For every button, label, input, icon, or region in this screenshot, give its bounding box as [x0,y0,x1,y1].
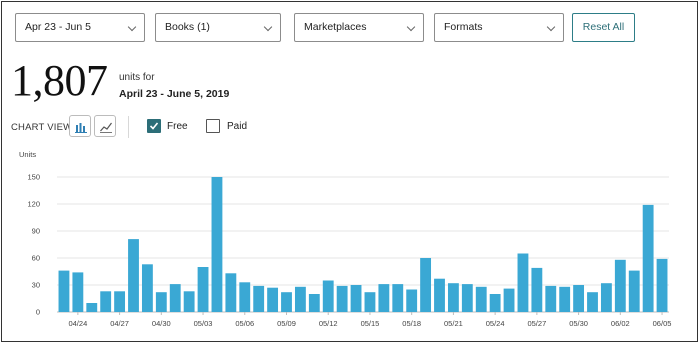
bar-05/03[interactable] [197,267,209,312]
line-chart-view-button[interactable] [94,115,116,137]
units-for-label: units for [119,72,155,83]
free-checkbox[interactable] [147,119,161,133]
bar-05/21[interactable] [447,283,459,312]
bar-05/23[interactable] [475,286,487,312]
marketplaces-dropdown-label: Marketplaces [304,21,367,33]
bar-05/07[interactable] [253,285,265,312]
bar-06/01[interactable] [600,283,612,312]
x-tick-label: 05/15 [361,319,380,328]
bar-05/09[interactable] [281,292,292,312]
bar-05/24[interactable] [489,294,501,312]
bar-04/24[interactable] [72,272,84,312]
bar-05/20[interactable] [434,278,445,312]
books-dropdown-label: Books (1) [165,21,210,33]
y-axis-label: Units [19,150,36,159]
bar-05/06[interactable] [239,282,251,312]
bar-05/22[interactable] [461,284,473,312]
formats-dropdown-label: Formats [444,21,483,33]
x-tick-label: 04/24 [68,319,87,328]
bar-06/04[interactable] [642,204,654,312]
bar-05/18[interactable] [406,289,418,313]
bar-05/05[interactable] [225,273,237,312]
x-tick-label: 06/02 [611,319,630,328]
date-range-dropdown[interactable]: Apr 23 - Jun 5 [15,13,145,42]
bar-chart-view-button[interactable] [69,115,91,137]
bar-05/12[interactable] [322,280,334,313]
line-chart-icon [100,122,112,133]
y-tick-label: 0 [36,308,40,317]
books-dropdown[interactable]: Books (1) [155,13,281,42]
bar-04/28[interactable] [128,239,139,312]
y-tick-label: 60 [32,254,40,263]
x-tick-label: 05/30 [569,319,588,328]
y-tick-label: 90 [32,227,40,236]
x-tick-label: 05/06 [235,319,254,328]
chevron-down-icon [406,22,416,32]
bar-05/13[interactable] [336,285,348,312]
x-tick-label: 05/24 [486,319,505,328]
units-bar-chart: Units 0 30 60 90 120 150 04/24 04/27 04/30 05/03… [19,150,672,328]
y-tick-label: 150 [27,173,40,182]
date-range-dropdown-label: Apr 23 - Jun 5 [25,21,91,33]
chart-view-label: CHART VIEW [11,122,73,133]
bar-04/27[interactable] [114,291,126,312]
bar-05/16[interactable] [378,284,390,312]
divider [128,116,129,138]
x-tick-label: 05/12 [319,319,338,328]
bar-05/15[interactable] [364,292,376,312]
x-tick-label: 05/27 [527,319,546,328]
checkmark-icon [149,122,159,130]
y-tick-label: 120 [27,200,40,209]
bar-05/14[interactable] [350,285,362,312]
bar-05/30[interactable] [573,285,585,312]
bar-04/29[interactable] [141,264,153,312]
x-tick-label: 04/27 [110,319,129,328]
y-tick-label: 30 [32,281,40,290]
chevron-down-icon [127,22,137,32]
bar-05/02[interactable] [183,291,195,312]
marketplaces-dropdown[interactable]: Marketplaces [294,13,424,42]
bar-04/25[interactable] [86,303,98,312]
x-tick-label: 06/05 [653,319,672,328]
bar-05/10[interactable] [294,286,306,312]
chevron-down-icon [263,22,273,32]
x-tick-label: 04/30 [152,319,171,328]
x-tick-label: 05/21 [444,319,463,328]
bar-06/05[interactable] [656,258,668,312]
bar-05/17[interactable] [392,284,404,312]
reset-all-button[interactable]: Reset All [572,13,635,42]
bar-04/30[interactable] [155,292,167,312]
bar-05/08[interactable] [267,287,279,312]
free-checkbox-label[interactable]: Free [167,121,188,132]
summary-date-range: April 23 - June 5, 2019 [119,88,230,100]
bar-04/26[interactable] [100,291,112,312]
total-units: 1,807 [11,56,108,105]
sales-dashboard-panel: Apr 23 - Jun 5 Books (1) Marketplaces Fo… [1,1,698,342]
bar-05/25[interactable] [503,288,515,312]
x-tick-label: 05/09 [277,319,296,328]
bar-chart-icon [75,123,87,133]
chevron-down-icon [546,22,556,32]
bar-05/28[interactable] [545,285,557,312]
bar-05/26[interactable] [517,253,529,313]
paid-checkbox[interactable] [206,119,220,133]
bar-06/02[interactable] [614,259,626,312]
bar-05/04[interactable] [211,177,223,312]
paid-checkbox-label[interactable]: Paid [227,121,247,132]
bar-05/11[interactable] [308,294,320,312]
bar-06/03[interactable] [628,270,640,312]
bar-05/29[interactable] [559,286,571,312]
formats-dropdown[interactable]: Formats [434,13,564,42]
bar-05/31[interactable] [587,292,598,312]
bar-05/27[interactable] [531,267,543,312]
x-tick-label: 05/03 [194,319,213,328]
x-tick-label: 05/18 [402,319,421,328]
bar-05/01[interactable] [169,284,181,312]
bar-04/23[interactable] [58,270,70,312]
bar-05/19[interactable] [420,258,432,312]
